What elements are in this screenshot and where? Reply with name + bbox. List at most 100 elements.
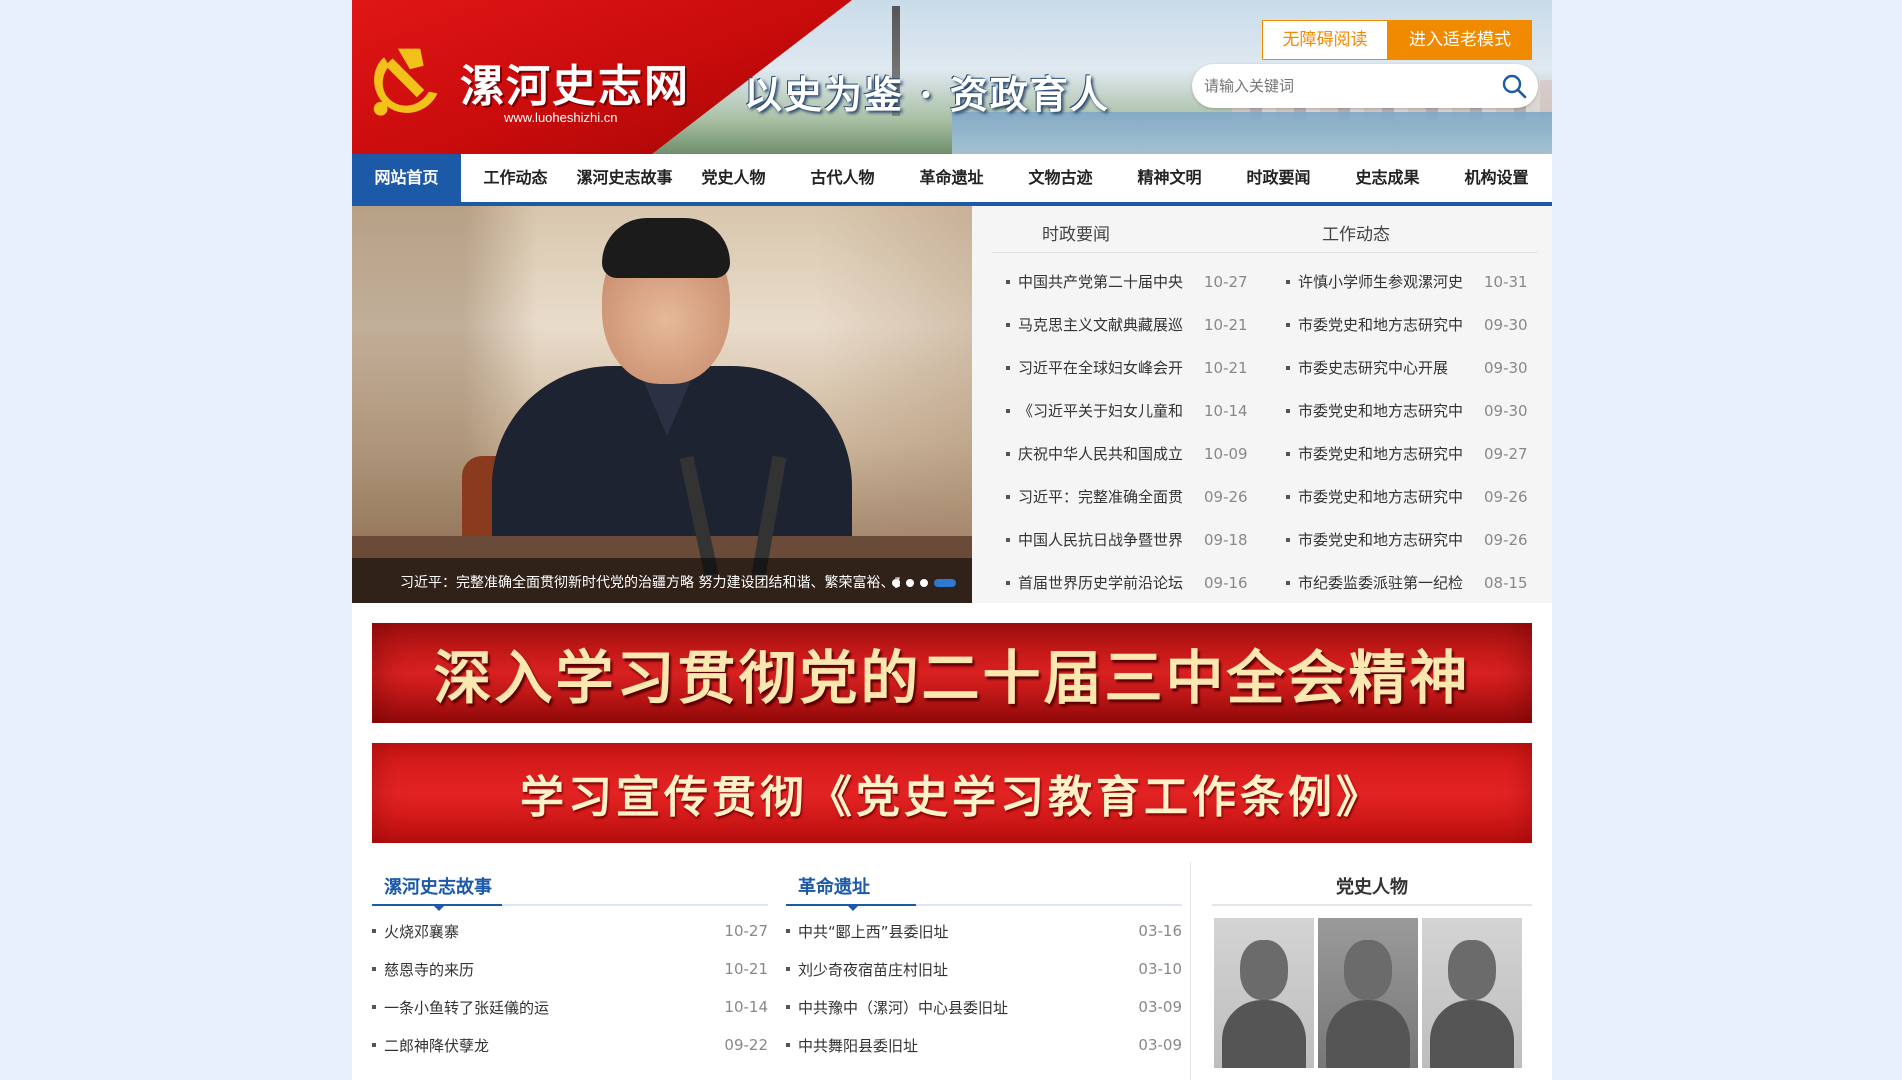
news-title[interactable]: 市委党史和地方志研究中 [1298,486,1476,507]
work-updates-list: 许慎小学师生参观漯河史 10-31 市委党史和地方志研究中 09-30 市委史志研究… [1286,260,1552,604]
nav-item-revolutionary-sites[interactable]: 革命遗址 [897,154,1006,202]
portrait-photo[interactable] [1318,918,1418,1068]
list-item[interactable]: 中共豫中（漯河）中心县委旧址 03-09 [786,988,1182,1026]
list-item[interactable]: 二郎神降伏孽龙 09-22 [372,1026,768,1064]
news-title[interactable]: 庆祝中华人民共和国成立 [1018,443,1196,464]
tab-current-affairs[interactable]: 时政要闻 [1042,220,1110,245]
news-title[interactable]: 市纪委监委派驻第一纪检 [1298,572,1476,593]
bullet-icon [1006,279,1010,284]
news-list-item[interactable]: 市委党史和地方志研究中 09-30 [1286,303,1552,346]
list-item[interactable]: 中共“郾上西”县委旧址 03-16 [786,912,1182,950]
slideshow-dot[interactable] [892,579,900,587]
news-title[interactable]: 市委党史和地方志研究中 [1298,529,1476,550]
bullet-icon [1286,537,1290,542]
news-list-item[interactable]: 市委史志研究中心开展 09-30 [1286,346,1552,389]
item-title[interactable]: 二郎神降伏孽龙 [384,1035,716,1056]
nav-item-current-affairs[interactable]: 时政要闻 [1224,154,1333,202]
item-title[interactable]: 中共豫中（漯河）中心县委旧址 [798,997,1130,1018]
news-title[interactable]: 市委党史和地方志研究中 [1298,443,1476,464]
list-item[interactable]: 一条小鱼转了张廷儀的运 10-14 [372,988,768,1026]
slideshow-dot[interactable] [920,579,928,587]
bullet-icon [1006,408,1010,413]
tab-work-updates[interactable]: 工作动态 [1322,220,1390,245]
news-list-item[interactable]: 市委党史和地方志研究中 09-26 [1286,475,1552,518]
search-box [1192,64,1538,108]
nav-item-civilization[interactable]: 精神文明 [1115,154,1224,202]
nav-item-home[interactable]: 网站首页 [352,154,461,202]
site-title[interactable]: 漯河史志网 [460,50,690,114]
item-title[interactable]: 慈恩寺的来历 [384,959,716,980]
news-title[interactable]: 许慎小学师生参观漯河史 [1298,271,1476,292]
promo-banner-plenum[interactable]: 深入学习贯彻党的二十届三中全会精神 [372,623,1532,723]
slideshow-dot-active[interactable] [934,579,956,587]
item-date: 03-09 [1138,1036,1182,1054]
news-title[interactable]: 市委史志研究中心开展 [1298,357,1476,378]
news-list-item[interactable]: 《习近平关于妇女儿童和 10-14 [1006,389,1272,432]
news-title[interactable]: 首届世界历史学前沿论坛 [1018,572,1196,593]
news-list-item[interactable]: 中国人民抗日战争暨世界 09-18 [1006,518,1272,561]
news-date: 09-16 [1204,573,1248,592]
item-date: 03-16 [1138,922,1182,940]
news-list-item[interactable]: 马克思主义文献典藏展巡 10-21 [1006,303,1272,346]
nav-item-work-updates[interactable]: 工作动态 [461,154,570,202]
item-title[interactable]: 中共“郾上西”县委旧址 [798,921,1130,942]
item-title[interactable]: 中共舞阳县委旧址 [798,1035,1130,1056]
bullet-icon [1286,494,1290,499]
news-title[interactable]: 中国人民抗日战争暨世界 [1018,529,1196,550]
portrait-body [1326,1000,1410,1068]
slideshow-caption[interactable]: 习近平：完整准确全面贯彻新时代党的治疆方略 努力建设团结和谐、繁荣富裕、文明..… [400,572,900,592]
news-list-item[interactable]: 首届世界历史学前沿论坛 09-16 [1006,561,1272,604]
section-title[interactable]: 革命遗址 [798,873,870,899]
portrait-photo[interactable] [1214,918,1314,1068]
nav-item-relics[interactable]: 文物古迹 [1006,154,1115,202]
item-date: 10-27 [724,922,768,940]
nav-item-ancient-figures[interactable]: 古代人物 [788,154,897,202]
list-item[interactable]: 火烧邓襄寨 10-27 [372,912,768,950]
nav-item-party-figures[interactable]: 党史人物 [679,154,788,202]
accessibility-button[interactable]: 无障碍阅读 [1262,20,1388,60]
section-title[interactable]: 漯河史志故事 [384,873,492,899]
news-list-item[interactable]: 习近平在全球妇女峰会开 10-21 [1006,346,1272,389]
news-title[interactable]: 中国共产党第二十届中央 [1018,271,1196,292]
slideshow-dot[interactable] [906,579,914,587]
elder-mode-button[interactable]: 进入适老模式 [1388,20,1532,60]
news-title[interactable]: 市委党史和地方志研究中 [1298,314,1476,335]
headline-slideshow[interactable]: 习近平：完整准确全面贯彻新时代党的治疆方略 努力建设团结和谐、繁荣富裕、文明..… [352,206,972,603]
nav-item-organization[interactable]: 机构设置 [1442,154,1551,202]
news-date: 10-09 [1204,444,1248,463]
news-list-item[interactable]: 市委党史和地方志研究中 09-30 [1286,389,1552,432]
news-date: 09-18 [1204,530,1248,549]
search-icon[interactable] [1500,72,1528,100]
list-item[interactable]: 刘少奇夜宿苗庄村旧址 03-10 [786,950,1182,988]
news-list-item[interactable]: 市纪委监委派驻第一纪检 08-15 [1286,561,1552,604]
news-title[interactable]: 马克思主义文献典藏展巡 [1018,314,1196,335]
nav-item-luohe-stories[interactable]: 漯河史志故事 [570,154,679,202]
current-affairs-list: 中国共产党第二十届中央 10-27 马克思主义文献典藏展巡 10-21 习近平在全球… [1006,260,1272,604]
section-title[interactable]: 党史人物 [1212,873,1532,899]
news-title[interactable]: 习近平在全球妇女峰会开 [1018,357,1196,378]
news-list-item[interactable]: 市委党史和地方志研究中 09-26 [1286,518,1552,561]
news-list-item[interactable]: 习近平：完整准确全面贯 09-26 [1006,475,1272,518]
item-title[interactable]: 一条小鱼转了张廷儀的运 [384,997,716,1018]
slideshow-pager [892,579,956,587]
search-input[interactable] [1204,74,1494,98]
item-title[interactable]: 火烧邓襄寨 [384,921,716,942]
list-item[interactable]: 中共舞阳县委旧址 03-09 [786,1026,1182,1064]
news-title[interactable]: 《习近平关于妇女儿童和 [1018,400,1196,421]
news-title[interactable]: 习近平：完整准确全面贯 [1018,486,1196,507]
stories-section: 漯河史志故事 火烧邓襄寨 10-27 慈恩寺的来历 10-21 一条小鱼转了张廷儀的… [372,866,768,1064]
party-emblem-icon [373,48,438,116]
nav-item-achievements[interactable]: 史志成果 [1333,154,1442,202]
item-title[interactable]: 刘少奇夜宿苗庄村旧址 [798,959,1130,980]
promo-banner-regulations[interactable]: 学习宣传贯彻《党史学习教育工作条例》 [372,743,1532,843]
news-list-item[interactable]: 许慎小学师生参观漯河史 10-31 [1286,260,1552,303]
news-list-item[interactable]: 市委党史和地方志研究中 09-27 [1286,432,1552,475]
promo-banner-text: 深入学习贯彻党的二十届三中全会精神 [433,644,1471,712]
news-list-item[interactable]: 中国共产党第二十届中央 10-27 [1006,260,1272,303]
news-list-item[interactable]: 庆祝中华人民共和国成立 10-09 [1006,432,1272,475]
news-title[interactable]: 市委党史和地方志研究中 [1298,400,1476,421]
list-item[interactable]: 慈恩寺的来历 10-21 [372,950,768,988]
portrait-body [1430,1000,1514,1068]
portrait-photo[interactable] [1422,918,1522,1068]
news-date: 09-27 [1484,444,1528,463]
